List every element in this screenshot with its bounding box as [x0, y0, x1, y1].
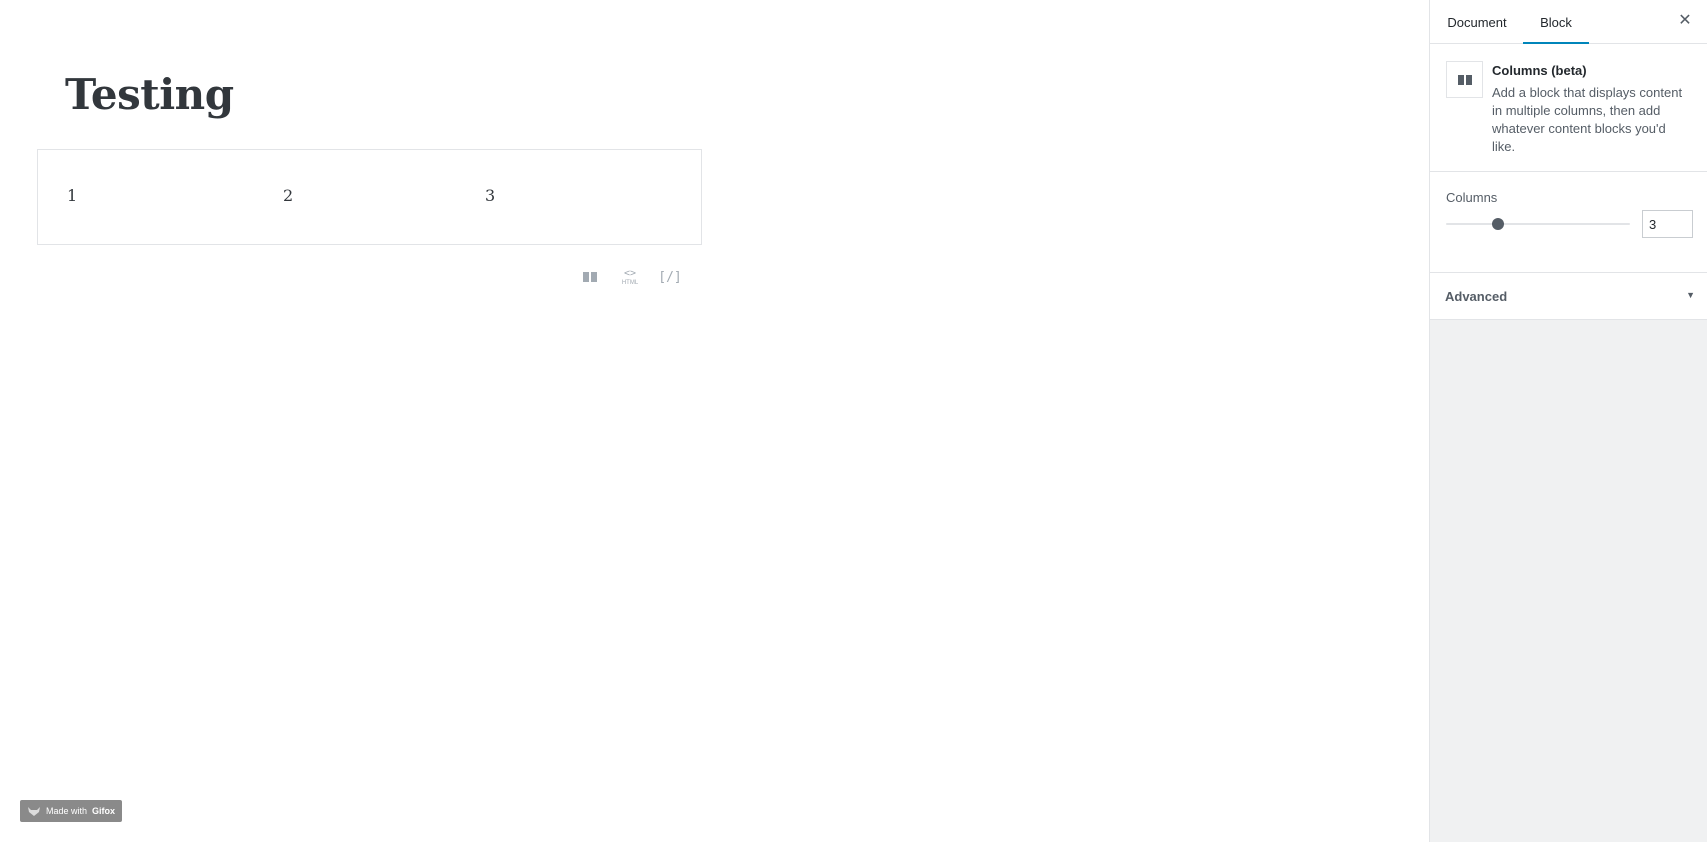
block-description: Add a block that displays content in mul… [1492, 85, 1683, 154]
column-2-text[interactable]: 2 [283, 186, 293, 205]
gifox-badge: Made with Gifox [20, 800, 123, 822]
tab-block[interactable]: Block [1523, 0, 1589, 45]
advanced-label: Advanced [1445, 289, 1508, 304]
columns-block-icon [1446, 61, 1483, 98]
badge-prefix: Made with [46, 806, 88, 816]
tab-document[interactable]: Document [1432, 0, 1522, 44]
columns-range-track[interactable] [1446, 223, 1630, 225]
shortcode-block-button[interactable]: [/] [650, 266, 690, 288]
html-icon-label: HTML [621, 279, 639, 286]
column-1-text[interactable]: 1 [67, 186, 77, 205]
block-title: Columns (beta) [1492, 63, 1587, 78]
columns-icon [583, 272, 597, 282]
fox-icon [28, 806, 40, 816]
app-root: Testing 1 2 3 <> HTML [/] Made with Gifo… [0, 0, 1707, 842]
columns-number-input[interactable]: 3 [1642, 210, 1693, 238]
badge-brand: Gifox [92, 806, 116, 816]
settings-sidebar: Document Block ✕ Columns (beta) Add a bl… [1429, 0, 1707, 842]
post-title[interactable]: Testing [65, 70, 234, 119]
block-info-panel: Columns (beta) Add a block that displays… [1430, 44, 1707, 172]
block-toolbar: <> HTML [/] [570, 266, 690, 288]
close-icon[interactable]: ✕ [1675, 11, 1695, 31]
shortcode-icon: [/] [658, 269, 682, 285]
editor-canvas[interactable]: Testing 1 2 3 <> HTML [/] Made with Gifo… [0, 0, 1429, 842]
sidebar-header: Document Block ✕ [1430, 0, 1707, 45]
columns-block-button[interactable] [570, 266, 610, 288]
column-3-text[interactable]: 3 [485, 186, 495, 205]
columns-settings-panel: Columns 3 [1430, 172, 1707, 273]
html-block-button[interactable]: <> HTML [610, 266, 650, 288]
advanced-panel-toggle[interactable]: Advanced ▼ [1430, 273, 1707, 320]
columns-block[interactable]: 1 2 3 [37, 149, 702, 245]
html-icon: <> HTML [621, 267, 639, 286]
html-icon-symbol: <> [623, 267, 637, 279]
chevron-down-icon: ▼ [1686, 290, 1695, 300]
columns-label: Columns [1446, 190, 1498, 205]
columns-range-thumb[interactable] [1491, 218, 1504, 230]
